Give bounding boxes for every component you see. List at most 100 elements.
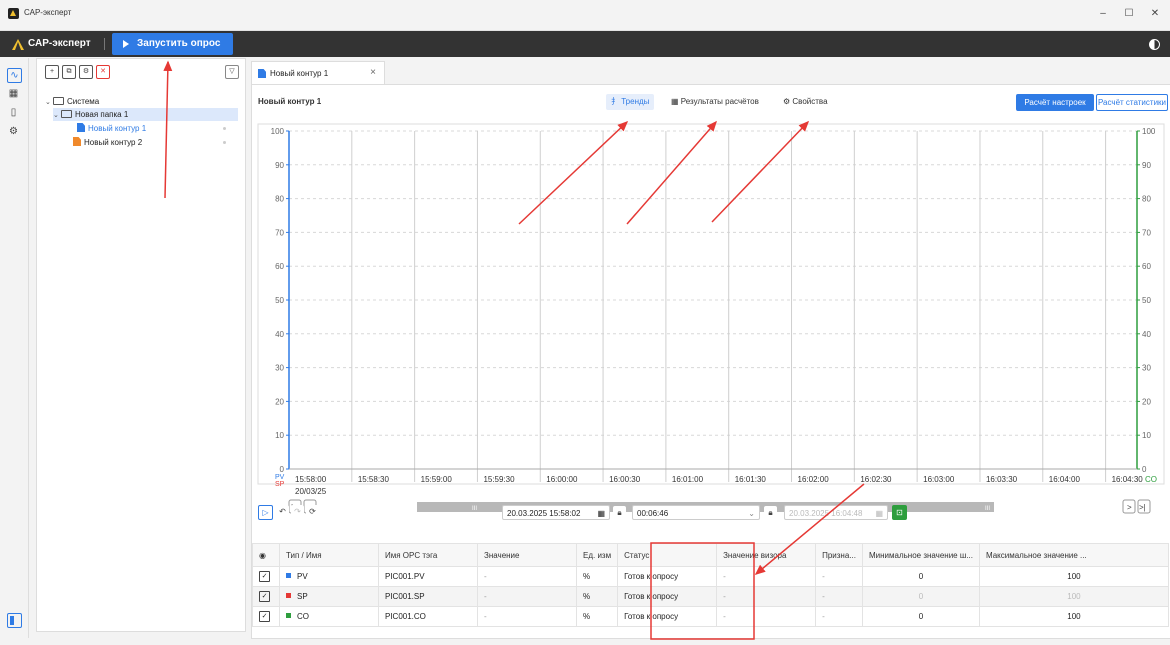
visibility-checkbox[interactable]: ✓ <box>259 571 270 582</box>
tab-results[interactable]: ▦ Результаты расчётов <box>666 94 764 110</box>
lock-icon[interactable]: 🔒︎ <box>613 506 626 519</box>
y-tick-label-left: 40 <box>275 330 284 339</box>
panel-toggle-icon[interactable] <box>7 613 22 628</box>
column-header[interactable]: Максимальное значение ... <box>978 543 1170 567</box>
table-header-row: ◉ Тип / Имя Имя OPC тэга Значение Ед. из… <box>252 543 1170 567</box>
redo-icon[interactable]: ↷ <box>291 505 304 518</box>
left-rail: ∿ ▦ ▯ ⚙ <box>0 58 29 638</box>
document-tabs: Новый контур 1 × <box>251 58 1170 85</box>
column-header[interactable]: Тип / Имя <box>279 543 379 567</box>
play-icon[interactable]: ▷ <box>258 505 273 520</box>
document-icon[interactable]: ▯ <box>7 106 20 119</box>
scroll-last-icon: >| <box>1139 503 1146 512</box>
os-title-bar: САР-эксперт – ☐ ✕ <box>0 0 1170 31</box>
legend-pv: PV <box>275 474 285 481</box>
end-time-field: 20.03.2025 16:04:48 ▦ <box>784 505 888 520</box>
tree-item-contour-2[interactable]: Новый контур 2 <box>73 136 238 149</box>
y-tick-label-right: 10 <box>1142 431 1151 440</box>
refresh-icon[interactable]: ⟳ <box>306 505 319 518</box>
duration-value: 00:06:46 <box>637 509 669 518</box>
column-header[interactable]: Ед. изм <box>575 543 619 567</box>
x-tick-label: 16:01:00 <box>672 475 704 484</box>
lock-icon[interactable]: 🔒︎ <box>764 506 777 519</box>
trend-chart[interactable]: 100 100 90 90 80 80 70 70 60 60 50 50 40 40 30 30 20 20 10… <box>257 123 1165 535</box>
table-cell: SP <box>279 586 379 607</box>
status-dot <box>223 127 226 130</box>
visibility-column[interactable]: ◉ <box>252 543 280 567</box>
x-tick-label: 16:03:30 <box>986 475 1018 484</box>
filter-icon[interactable]: ▽ <box>225 65 239 79</box>
x-tick-label: 16:02:00 <box>798 475 830 484</box>
calc-stats-button[interactable]: Расчёт статистики <box>1096 94 1168 111</box>
table-row[interactable]: ✓ PV PIC001.PV -% Готов к опросу - -0 100 <box>252 566 1170 587</box>
table-cell: PV <box>279 566 379 587</box>
start-time-field[interactable]: 20.03.2025 15:58:02 ▦ <box>502 505 610 520</box>
table-cell-visor: - <box>716 606 817 627</box>
tree-item-folder[interactable]: ⌄ Новая папка 1 <box>53 108 238 121</box>
dashboard-icon[interactable]: ▦ <box>7 87 20 100</box>
app-header: САР-эксперт Запустить опрос <box>0 31 1170 57</box>
settings-icon[interactable]: ⚙ <box>7 125 20 138</box>
settings-icon[interactable]: ⚙ <box>79 65 93 79</box>
column-header[interactable]: Статус <box>617 543 718 567</box>
table-cell-flag: - <box>815 586 863 607</box>
tree-item-label: Новый контур 1 <box>88 124 147 133</box>
tree-sidebar: + ⧉ ⚙ ✕ ▽ ⌄ Система ⌄ Новая папка 1 Новый … <box>36 58 246 632</box>
x-tick-label: 16:00:30 <box>609 475 641 484</box>
table-row[interactable]: ✓ CO PIC001.CO -% Готов к опросу - -0 100 <box>252 606 1170 627</box>
calc-settings-button[interactable]: Расчёт настроек <box>1016 94 1094 111</box>
tab-label: Новый контур 1 <box>270 69 329 78</box>
main-panel: Новый контур 1 ⺘ Тренды ▦ Результаты рас… <box>251 84 1170 639</box>
tree-item-system[interactable]: ⌄ Система <box>45 95 235 108</box>
close-tab-icon[interactable]: × <box>370 67 376 78</box>
new-file-icon[interactable]: + <box>45 65 59 79</box>
tab-contour-1[interactable]: Новый контур 1 × <box>251 61 385 85</box>
x-tick-label: 16:00:00 <box>546 475 578 484</box>
close-window-button[interactable]: ✕ <box>1144 6 1166 22</box>
x-tick-label: 15:58:30 <box>358 475 390 484</box>
column-header[interactable]: Значение <box>477 543 577 567</box>
table-cell-value: - <box>477 586 577 607</box>
column-header[interactable]: Значение визора <box>716 543 817 567</box>
table-cell-status: Готов к опросу <box>617 586 718 607</box>
table-icon: ▦ <box>671 97 679 106</box>
trend-view-icon[interactable]: ∿ <box>7 68 22 83</box>
header-divider <box>104 38 105 50</box>
tree-item-label: Новый контур 2 <box>84 138 143 147</box>
lock-active-icon[interactable]: ⊡ <box>892 505 907 520</box>
table-cell-value: - <box>477 606 577 627</box>
delete-icon[interactable]: ✕ <box>96 65 110 79</box>
column-header[interactable]: Имя OPC тэга <box>378 543 478 567</box>
chevron-down-icon: ⌄ <box>45 99 51 106</box>
column-header[interactable]: Минимальное значение ш... <box>861 543 980 567</box>
maximize-button[interactable]: ☐ <box>1118 6 1140 22</box>
tree-item-contour-1[interactable]: Новый контур 1 <box>77 122 238 135</box>
table-cell-status: Готов к опросу <box>617 606 718 627</box>
table-cell: ✓ <box>252 586 280 607</box>
y-tick-label-left: 0 <box>280 465 285 474</box>
calendar-icon[interactable]: ▦ <box>597 506 605 521</box>
y-tick-label-right: 50 <box>1142 296 1151 305</box>
y-tick-label-left: 20 <box>275 397 284 406</box>
y-tick-label-right: 40 <box>1142 330 1151 339</box>
tab-trends[interactable]: ⺘ Тренды <box>606 94 655 110</box>
undo-icon[interactable]: ↶ <box>276 505 289 518</box>
table-row[interactable]: ✓ SP PIC001.SP -% Готов к опросу - -0 100 <box>252 586 1170 607</box>
contour-icon <box>73 137 81 146</box>
tab-properties[interactable]: ⚙ Свойства <box>778 94 833 110</box>
visibility-checkbox[interactable]: ✓ <box>259 611 270 622</box>
theme-toggle-icon[interactable] <box>1149 39 1160 50</box>
duration-field[interactable]: 00:06:46 ⌄ <box>632 505 760 520</box>
copy-icon[interactable]: ⧉ <box>62 65 76 79</box>
start-polling-button[interactable]: Запустить опрос <box>112 33 233 55</box>
y-tick-label-right: 80 <box>1142 195 1151 204</box>
calendar-icon: ▦ <box>875 509 883 518</box>
minimize-button[interactable]: – <box>1092 6 1114 22</box>
window-title: САР-эксперт <box>24 8 72 17</box>
chevron-down-icon[interactable]: ⌄ <box>748 506 755 521</box>
visibility-checkbox[interactable]: ✓ <box>259 591 270 602</box>
brand-name: САР-эксперт <box>28 38 91 49</box>
column-header[interactable]: Призна... <box>815 543 863 567</box>
table-cell-tag: PIC001.PV <box>378 566 478 587</box>
table-cell: ✓ <box>252 566 280 587</box>
